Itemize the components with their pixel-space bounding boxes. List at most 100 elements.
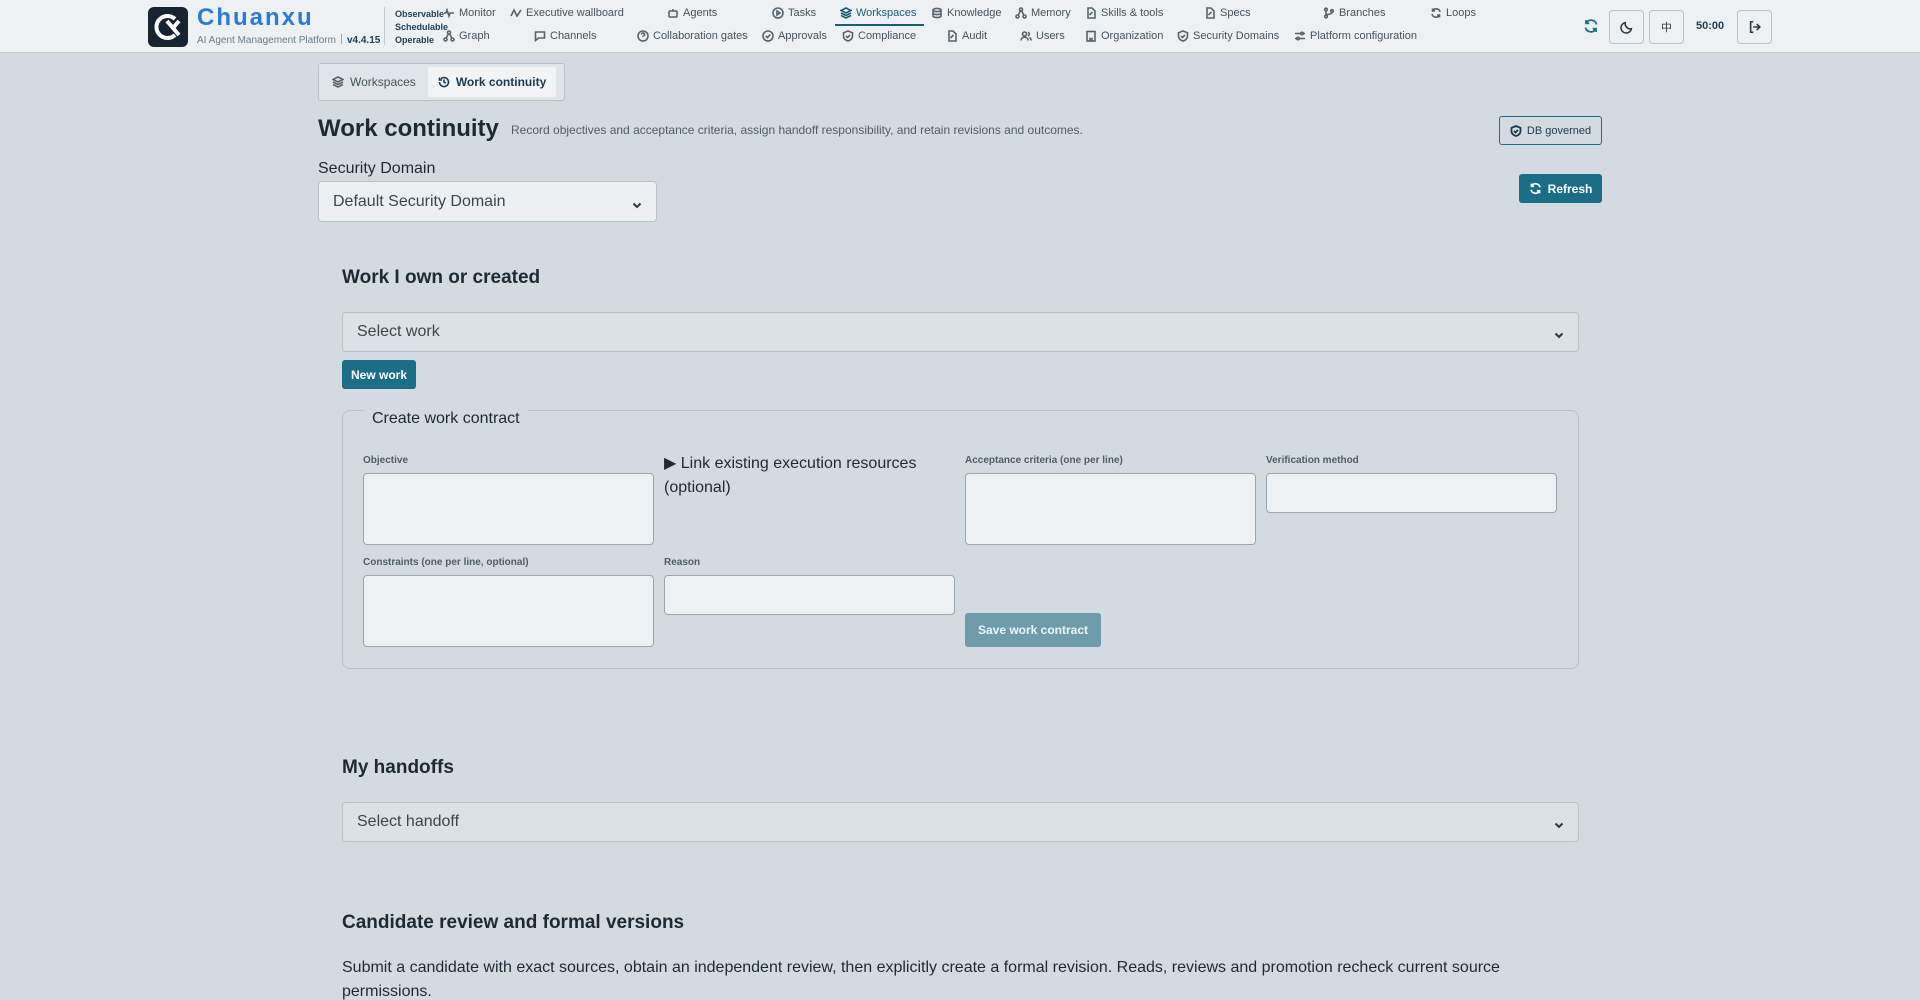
refresh-button[interactable]: Refresh bbox=[1519, 174, 1602, 203]
nav-users[interactable]: Users bbox=[1020, 30, 1065, 42]
handoff-select-placeholder: Select handoff bbox=[357, 813, 460, 830]
nav-tasks[interactable]: Tasks bbox=[772, 7, 816, 19]
nav-security-domains[interactable]: Security Domains bbox=[1177, 30, 1279, 42]
refresh-icon bbox=[1529, 182, 1541, 195]
top-bar: Chuanxu AI Agent Management Platform v4.4… bbox=[0, 0, 1920, 53]
nav-collaboration-gates-label: Collaboration gates bbox=[653, 30, 748, 42]
spec-file-icon bbox=[1206, 7, 1215, 19]
save-work-contract-button[interactable]: Save work contract bbox=[965, 613, 1101, 647]
nav-branches[interactable]: Branches bbox=[1323, 7, 1385, 19]
users-icon bbox=[1020, 31, 1032, 41]
shield-check-icon bbox=[842, 30, 854, 42]
nav-skills-tools[interactable]: Skills & tools bbox=[1085, 7, 1163, 19]
work-contract-legend: Create work contract bbox=[364, 410, 528, 428]
nav-organization[interactable]: Organization bbox=[1085, 30, 1163, 42]
nav-compliance[interactable]: Compliance bbox=[842, 30, 916, 42]
handoff-select[interactable]: Select handoff bbox=[342, 802, 1579, 842]
chevron-down-icon bbox=[632, 197, 642, 208]
layers-icon bbox=[332, 76, 344, 88]
refresh-icon bbox=[1584, 19, 1598, 33]
logout-button[interactable] bbox=[1737, 10, 1772, 44]
theme-toggle-button[interactable] bbox=[1609, 10, 1644, 44]
refresh-button-label: Refresh bbox=[1547, 181, 1593, 196]
nav-approvals[interactable]: Approvals bbox=[762, 30, 827, 42]
nav-graph-label: Graph bbox=[459, 30, 490, 42]
nav-loops[interactable]: Loops bbox=[1430, 7, 1476, 19]
monitor-icon bbox=[444, 7, 454, 19]
work-select-placeholder: Select work bbox=[357, 323, 440, 340]
security-domain-select[interactable]: Default Security Domain bbox=[318, 181, 657, 222]
nav-channels[interactable]: Channels bbox=[534, 30, 596, 42]
nav-executive-wallboard-label: Executive wallboard bbox=[526, 7, 624, 19]
nav-monitor[interactable]: Monitor bbox=[443, 7, 496, 19]
language-button[interactable]: 中 bbox=[1649, 10, 1684, 44]
work-select[interactable]: Select work bbox=[342, 312, 1579, 352]
constraints-label: Constraints (one per line, optional) bbox=[363, 557, 529, 568]
shield-icon bbox=[1177, 30, 1189, 42]
objective-label: Objective bbox=[363, 455, 409, 466]
db-governed-badge: DB governed bbox=[1499, 116, 1602, 145]
logo[interactable] bbox=[148, 7, 188, 47]
shield-check-icon bbox=[1510, 124, 1522, 137]
brand-tags: Observable Schedulable Operable bbox=[395, 8, 448, 47]
nav-branches-label: Branches bbox=[1339, 7, 1386, 19]
tag-observable: Observable bbox=[395, 9, 445, 19]
nav-audit[interactable]: Audit bbox=[946, 30, 987, 42]
nav-knowledge-label: Knowledge bbox=[947, 7, 1002, 19]
handoffs-section-title: My handoffs bbox=[342, 757, 454, 778]
check-circle-icon bbox=[762, 30, 774, 42]
header-refresh-button[interactable] bbox=[1583, 18, 1601, 36]
play-circle-icon bbox=[772, 7, 784, 19]
layers-icon bbox=[840, 7, 852, 19]
db-governed-label: DB governed bbox=[1526, 124, 1592, 137]
sliders-icon bbox=[1295, 31, 1305, 41]
nav-platform-configuration[interactable]: Platform configuration bbox=[1294, 30, 1417, 42]
constraints-textarea[interactable] bbox=[363, 575, 654, 647]
nav-loops-label: Loops bbox=[1446, 7, 1476, 19]
link-resources-toggle[interactable]: ▶ Link existing execution resources (opt… bbox=[664, 452, 954, 500]
nav-compliance-label: Compliance bbox=[858, 30, 917, 42]
nav-graph[interactable]: Graph bbox=[443, 30, 490, 42]
nav-workspaces[interactable]: Workspaces bbox=[840, 7, 916, 19]
nav-agents-label: Agents bbox=[683, 7, 718, 19]
disclosure-triangle-icon: ▶ bbox=[664, 455, 677, 472]
verification-method-input[interactable] bbox=[1266, 473, 1557, 513]
security-domain-value: Default Security Domain bbox=[333, 192, 506, 210]
tab-work-continuity-label: Work continuity bbox=[455, 75, 547, 89]
branch-icon bbox=[1323, 7, 1335, 19]
nav-agents[interactable]: Agents bbox=[667, 7, 717, 19]
logout-icon bbox=[1749, 20, 1761, 34]
robot-icon bbox=[668, 9, 678, 18]
nav-executive-wallboard[interactable]: Executive wallboard bbox=[510, 7, 624, 19]
graph-icon bbox=[443, 30, 455, 42]
nav-collaboration-gates[interactable]: Collaboration gates bbox=[637, 30, 748, 42]
tab-work-continuity[interactable]: Work continuity bbox=[427, 67, 557, 97]
header-divider bbox=[384, 7, 385, 45]
nav-memory[interactable]: Memory bbox=[1015, 7, 1071, 19]
nav-knowledge[interactable]: Knowledge bbox=[931, 7, 1001, 19]
page-tabs: Workspaces Work continuity bbox=[318, 63, 565, 101]
reason-input[interactable] bbox=[664, 575, 955, 615]
version-label: v4.4.15 bbox=[346, 35, 381, 46]
language-label: 中 bbox=[1661, 22, 1672, 34]
chevron-down-icon bbox=[1554, 817, 1564, 829]
question-circle-icon bbox=[637, 30, 649, 42]
candidate-description: Submit a candidate with exact sources, o… bbox=[342, 959, 1500, 1000]
new-work-button[interactable]: New work bbox=[342, 360, 416, 389]
nav-specs[interactable]: Specs bbox=[1204, 7, 1251, 19]
nav-users-label: Users bbox=[1036, 30, 1065, 42]
tab-workspaces[interactable]: Workspaces bbox=[322, 67, 426, 97]
nodes-icon bbox=[1015, 7, 1027, 19]
link-resources-label: Link existing execution resources (optio… bbox=[664, 455, 917, 496]
objective-textarea[interactable] bbox=[363, 473, 654, 545]
nav-skills-tools-label: Skills & tools bbox=[1101, 7, 1164, 19]
audit-file-icon bbox=[948, 30, 957, 42]
acceptance-criteria-textarea[interactable] bbox=[965, 473, 1256, 545]
work-section-title: Work I own or created bbox=[342, 267, 541, 288]
session-timer: 50:00 bbox=[1696, 20, 1725, 32]
chevron-down-icon bbox=[1554, 327, 1564, 339]
verification-method-label: Verification method bbox=[1266, 455, 1359, 466]
candidate-section-title: Candidate review and formal versions bbox=[342, 912, 685, 933]
nav-audit-label: Audit bbox=[962, 30, 988, 42]
pulse-icon bbox=[510, 8, 522, 18]
